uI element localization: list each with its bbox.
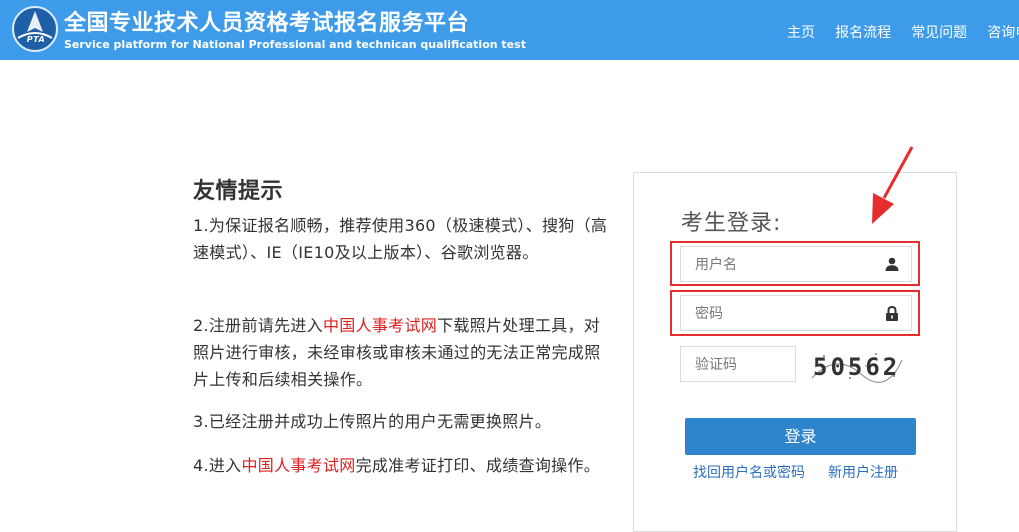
annotation-arrow-icon	[872, 146, 914, 224]
